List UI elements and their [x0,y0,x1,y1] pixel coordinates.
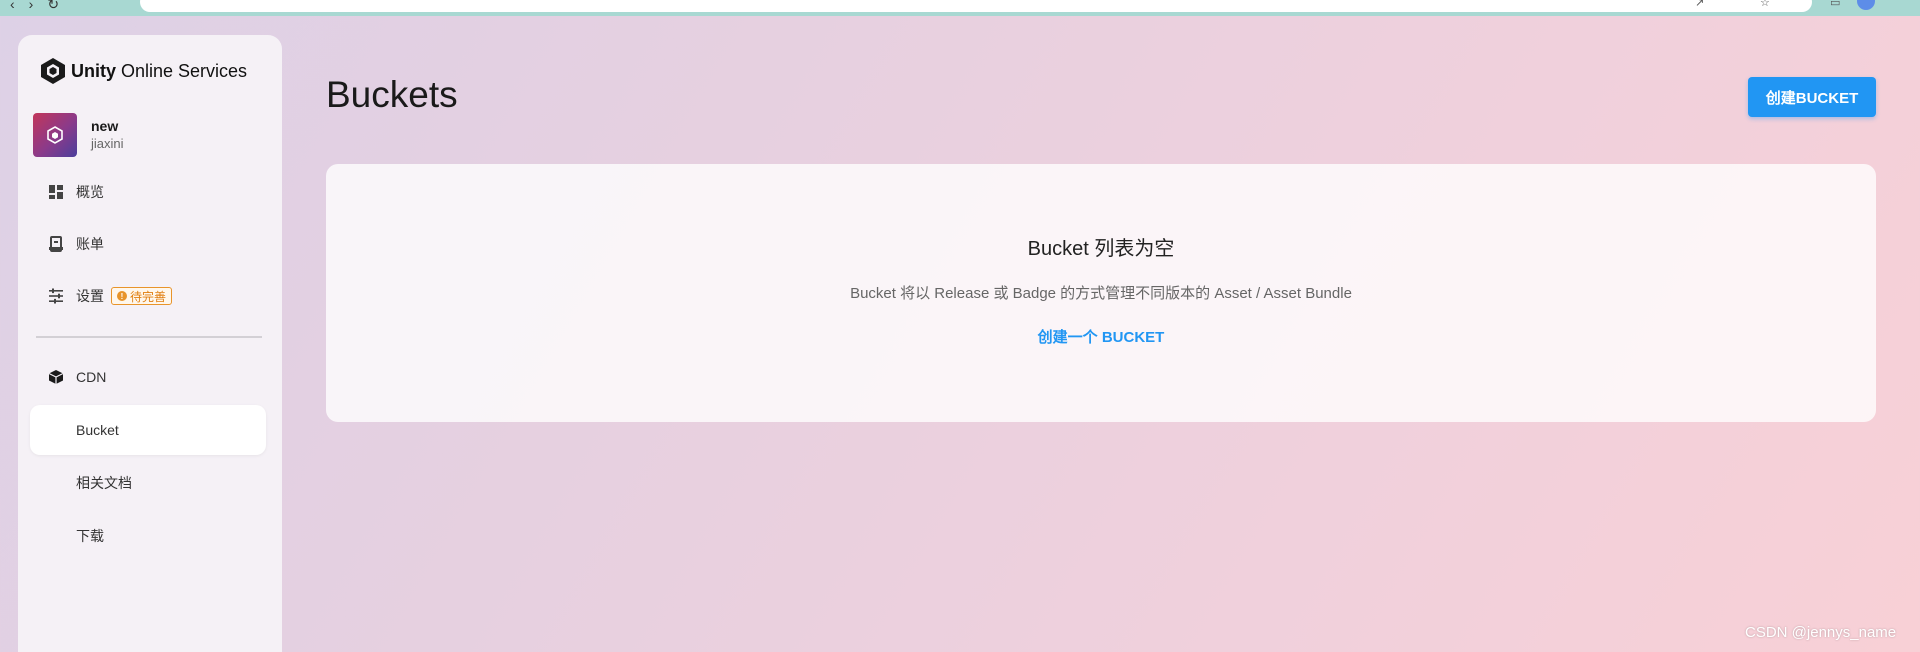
warning-icon: ! [117,291,127,301]
empty-state-description: Bucket 将以 Release 或 Badge 的方式管理不同版本的 Ass… [850,285,1352,302]
sidebar-item-bucket[interactable]: Bucket [30,405,266,455]
sidebar-item-label: 设置 [76,288,104,304]
create-bucket-link[interactable]: 创建一个 BUCKET [326,326,1876,347]
sidebar-item-label: 相关文档 [76,475,132,491]
sidebar-section-label: CDN [76,369,107,385]
cube-icon [45,366,67,388]
browser-toolbar: ‹›↻ ↗ ☆ ▭ [0,0,1920,16]
project-name: new [91,118,119,134]
sidebar-item-settings[interactable]: 设置 ! 待完善 [30,271,266,321]
browser-nav-icons[interactable]: ‹›↻ [10,0,73,13]
sidebar-item-label: Bucket [76,422,119,438]
sidebar-item-label: 下载 [76,528,104,544]
settings-sliders-icon [45,285,67,307]
sidebar-item-overview[interactable]: 概览 [30,167,266,217]
project-avatar [33,113,77,157]
project-switcher[interactable]: new jiaxini [33,113,124,157]
sidebar-item-label: 概览 [76,184,104,200]
status-badge: ! 待完善 [111,287,173,305]
empty-state-title: Bucket 列表为空 [1027,238,1175,260]
star-icon[interactable]: ☆ [1760,0,1770,9]
profile-avatar[interactable] [1857,0,1875,10]
sidebar-item-billing[interactable]: 账单 [30,219,266,269]
sidebar-item-download[interactable]: 下载 [30,511,266,561]
billing-icon [45,233,67,255]
unity-cube-icon [47,126,63,144]
sidebar-item-label: 账单 [76,236,104,252]
unity-logo[interactable]: Unity Online Services [40,57,247,85]
brand-name: Unity Online Services [71,60,248,81]
sidepanel-icon[interactable]: ▭ [1830,0,1840,9]
project-org: jiaxini [91,136,124,151]
empty-state-card: Bucket 列表为空 Bucket 将以 Release 或 Badge 的方… [326,164,1876,422]
sidebar-section-cdn[interactable]: CDN [30,352,266,402]
page-title: Buckets [326,74,458,115]
watermark: CSDN @jennys_name [1745,624,1897,641]
sidebar-item-docs[interactable]: 相关文档 [30,458,266,508]
dashboard-icon [45,181,67,203]
create-bucket-button[interactable]: 创建BUCKET [1748,77,1876,117]
sidebar-divider [36,336,262,338]
sidebar: Unity Online Services new jiaxini 概览 账单 … [18,35,282,652]
share-icon[interactable]: ↗ [1695,0,1704,9]
unity-logo-icon [41,58,65,84]
address-bar[interactable] [140,0,1812,12]
